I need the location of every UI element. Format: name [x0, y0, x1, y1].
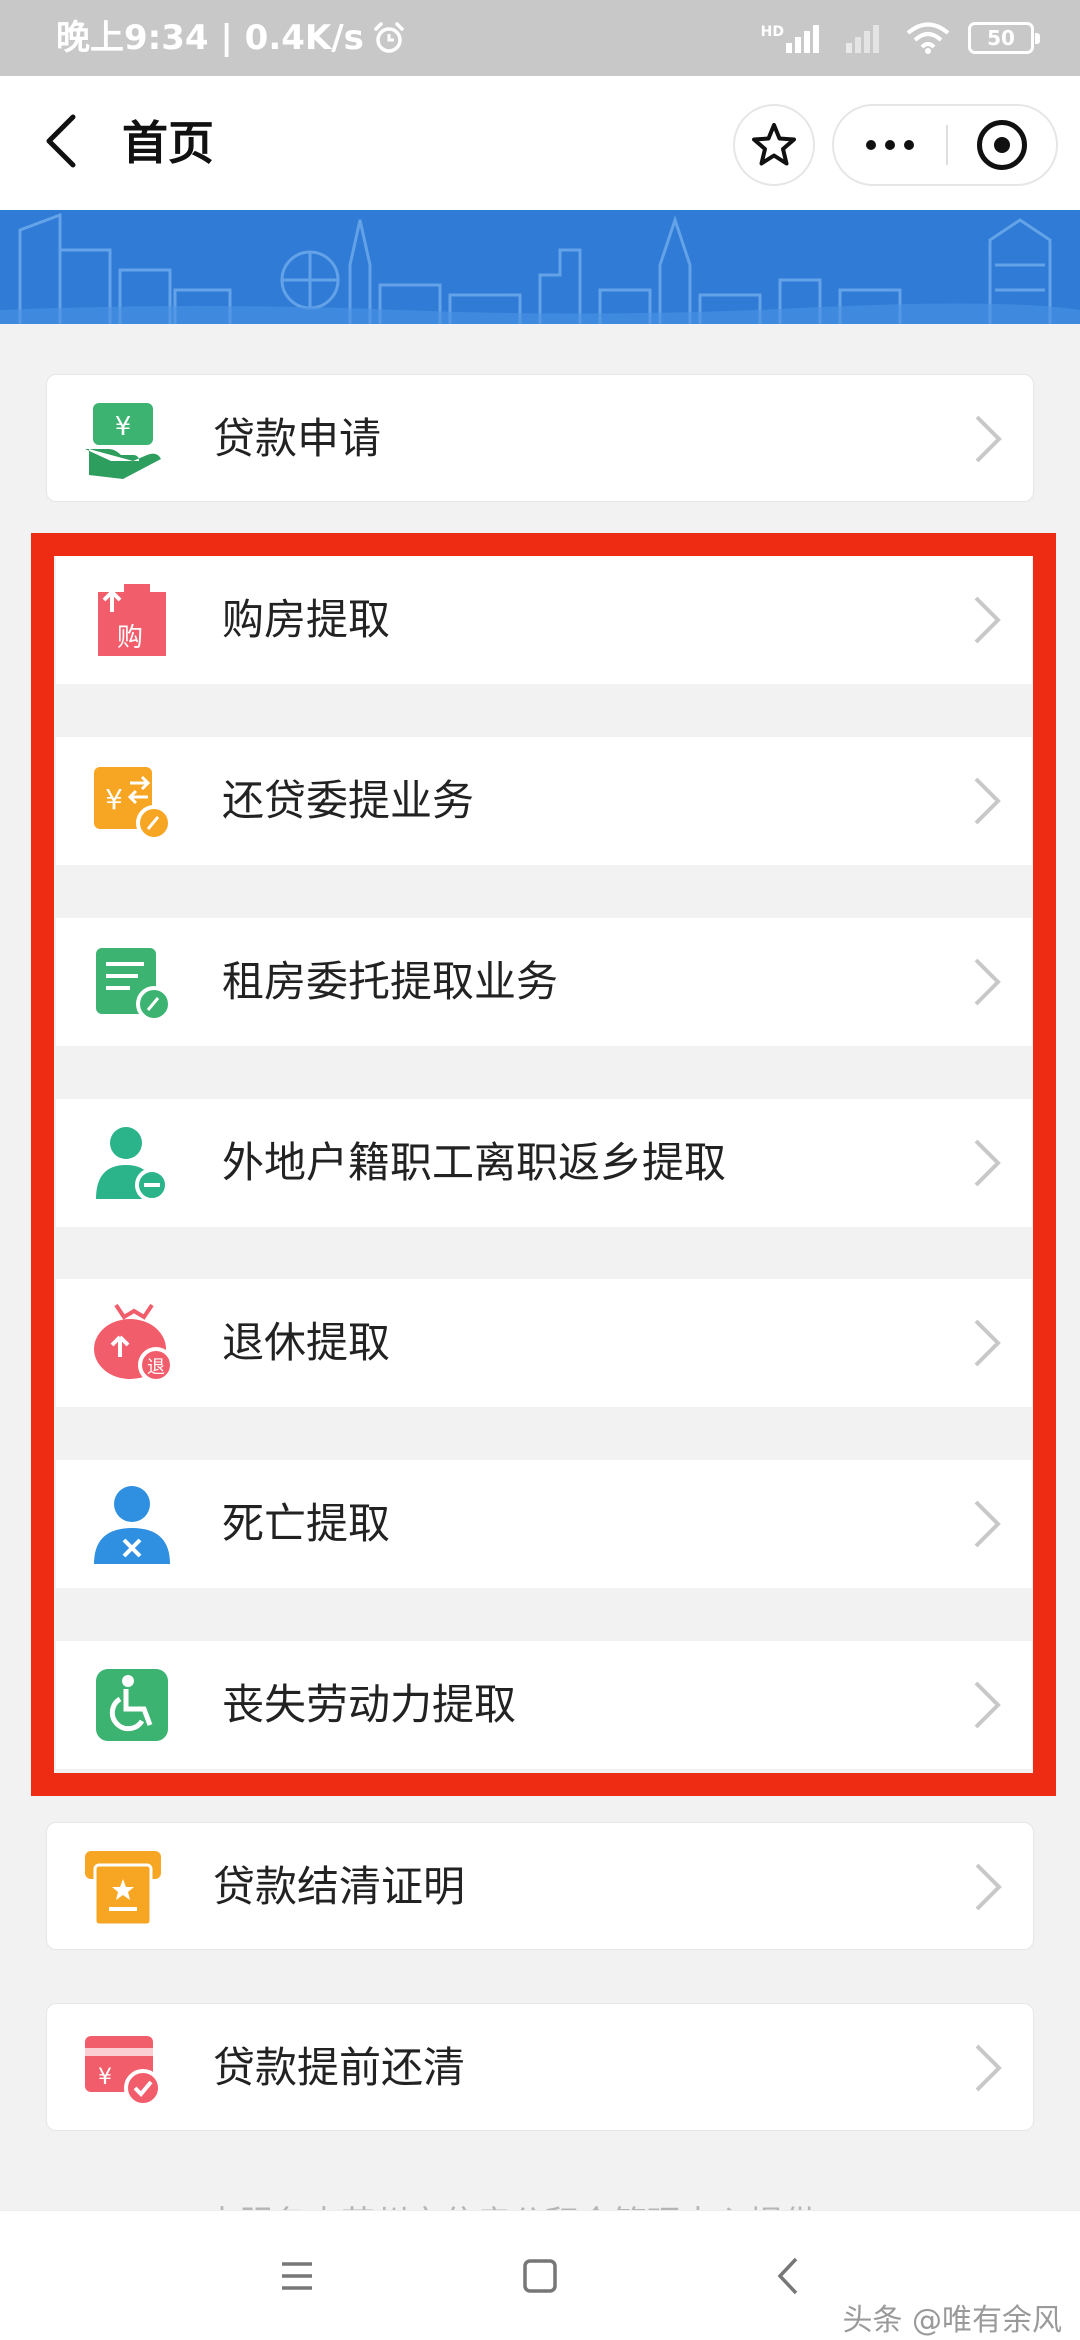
close-mini-program-button[interactable] — [948, 106, 1056, 184]
signal-icon — [786, 25, 819, 53]
chevron-right-icon — [975, 1863, 1002, 1911]
skyline-illustration — [0, 212, 1080, 324]
watermark: 头条 @唯有余风 — [842, 2303, 1062, 2338]
star-icon — [752, 123, 796, 166]
more-dot-icon — [866, 140, 876, 150]
battery-icon: 50 — [968, 22, 1040, 54]
list-item-loan-apply[interactable]: ¥ 贷款申请 — [46, 374, 1034, 502]
status-left: 晚上9:34 | 0.4K/s — [56, 0, 406, 76]
chevron-right-icon — [975, 415, 1002, 463]
more-button[interactable] — [834, 106, 946, 184]
list-item-loan-settle-certificate[interactable]: 贷款结清证明 — [46, 1822, 1034, 1950]
back-arrow-icon — [777, 2257, 798, 2295]
system-navigation-bar: 头条 @唯有余风 — [0, 2210, 1080, 2340]
battery-level: 50 — [987, 26, 1015, 50]
svg-text:¥: ¥ — [115, 412, 132, 442]
nav-bar: 首页 — [0, 76, 1080, 210]
more-dot-icon — [904, 140, 914, 150]
square-home-icon — [523, 2259, 557, 2293]
system-back-button[interactable] — [763, 2251, 813, 2301]
list-item-loan-early-payoff[interactable]: ¥ 贷款提前还清 — [46, 2003, 1034, 2131]
certificate-icon — [85, 1851, 161, 1927]
hd-label: HD — [760, 24, 784, 40]
card-check-icon: ¥ — [85, 2036, 162, 2107]
page-title: 首页 — [122, 116, 214, 170]
menu-button[interactable] — [272, 2251, 322, 2301]
alarm-icon — [374, 22, 404, 53]
chevron-right-icon — [975, 2044, 1002, 2092]
status-bar: 晚上9:34 | 0.4K/s HD 50 — [0, 0, 1080, 76]
wifi-icon — [906, 22, 950, 54]
list-item-label: 贷款申请 — [213, 414, 382, 463]
highlight-frame — [31, 533, 1056, 1796]
favorite-button[interactable] — [733, 104, 815, 186]
city-skyline-banner — [0, 210, 1080, 324]
menu-icon — [282, 2262, 312, 2290]
mini-program-capsule — [832, 104, 1058, 186]
svg-text:¥: ¥ — [98, 2065, 112, 2090]
back-button[interactable] — [36, 106, 86, 176]
more-dot-icon — [885, 140, 895, 150]
back-arrow-icon — [46, 114, 76, 168]
list-item-label: 贷款结清证明 — [213, 1862, 466, 1911]
status-right: HD 50 — [760, 0, 1040, 76]
list-item-label: 贷款提前还清 — [213, 2043, 466, 2092]
signal-weak-icon — [846, 25, 879, 53]
target-circle-icon — [977, 120, 1027, 170]
home-button[interactable] — [515, 2251, 565, 2301]
loan-apply-icon: ¥ — [85, 403, 161, 479]
status-time: 晚上9:34 | 0.4K/s — [56, 18, 364, 58]
